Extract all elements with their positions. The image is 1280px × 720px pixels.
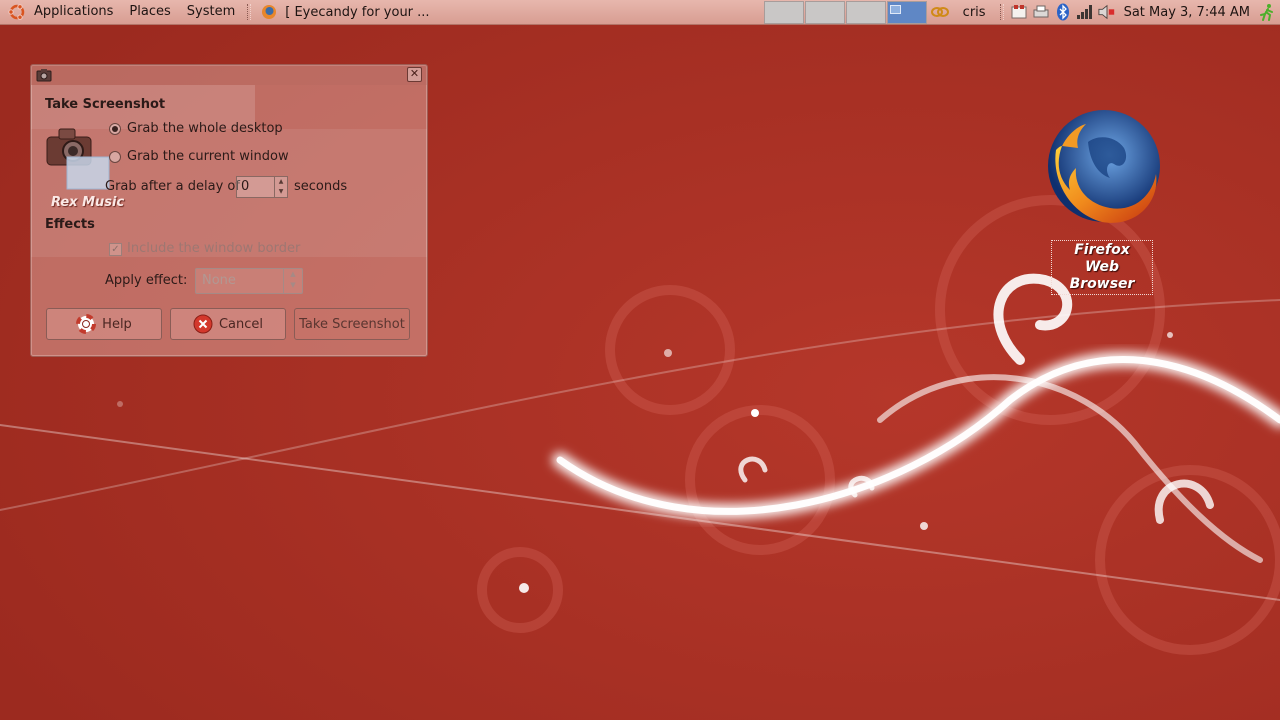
panel-separator bbox=[999, 4, 1004, 20]
update-notifier-icon[interactable] bbox=[1010, 3, 1028, 21]
screenshot-camera-icon bbox=[46, 128, 110, 190]
panel-separator bbox=[247, 4, 252, 20]
workspace-3[interactable] bbox=[846, 1, 886, 24]
bluetooth-icon[interactable] bbox=[1054, 3, 1072, 21]
spin-arrows-icon[interactable]: ▲ ▼ bbox=[274, 177, 287, 197]
workspace-1[interactable] bbox=[764, 1, 804, 24]
taskbar-window-title: [ Eyecandy for your ... bbox=[285, 4, 430, 20]
user-switcher[interactable]: cris bbox=[963, 5, 986, 20]
dialog-titlebar[interactable]: ✕ bbox=[31, 65, 427, 85]
top-panel: Applications Places System [ Eyecandy fo… bbox=[0, 0, 1280, 25]
printer-icon[interactable] bbox=[1032, 3, 1050, 21]
menu-system[interactable]: System bbox=[179, 0, 243, 24]
menu-places[interactable]: Places bbox=[121, 0, 178, 24]
delay-spinbutton[interactable]: 0 ▲ ▼ bbox=[236, 176, 288, 198]
rex-music-desktop-label[interactable]: Rex Music bbox=[51, 195, 124, 210]
firefox-small-icon bbox=[262, 5, 277, 19]
camera-icon bbox=[36, 69, 52, 82]
network-signal-icon[interactable] bbox=[1076, 3, 1094, 21]
firefox-icon bbox=[1048, 110, 1160, 223]
combo-arrows-icon: ▲ ▼ bbox=[283, 269, 302, 293]
take-screenshot-button[interactable]: Take Screenshot bbox=[294, 308, 410, 340]
grab-whole-desktop-radio[interactable] bbox=[109, 123, 121, 135]
help-button[interactable]: Help bbox=[46, 308, 162, 340]
include-border-label: Include the window border bbox=[127, 241, 301, 256]
cancel-button-label: Cancel bbox=[218, 316, 264, 332]
apply-effect-combobox[interactable]: None ▲ ▼ bbox=[195, 268, 303, 294]
help-lifebuoy-icon bbox=[76, 314, 97, 334]
delay-value[interactable]: 0 bbox=[241, 179, 249, 194]
delay-unit-label: seconds bbox=[294, 179, 348, 194]
panel-notification-area: cris Sat May 3, 7:44 AM bbox=[929, 0, 1280, 24]
take-screenshot-button-label: Take Screenshot bbox=[299, 316, 405, 332]
quit-running-man-icon[interactable] bbox=[1258, 3, 1276, 21]
volume-muted-icon[interactable] bbox=[1098, 3, 1116, 21]
include-border-checkbox[interactable]: ✓ bbox=[109, 243, 122, 256]
taskbar-window-button[interactable]: [ Eyecandy for your ... bbox=[255, 1, 435, 23]
ubuntu-logo-icon[interactable] bbox=[8, 3, 26, 21]
cancel-button[interactable]: Cancel bbox=[170, 308, 286, 340]
effects-heading: Effects bbox=[45, 217, 95, 232]
applet-link-icon[interactable] bbox=[930, 3, 949, 21]
grab-whole-desktop-label[interactable]: Grab the whole desktop bbox=[127, 121, 283, 136]
firefox-launcher-label: Firefox Web Browser bbox=[1051, 240, 1153, 295]
clock[interactable]: Sat May 3, 7:44 AM bbox=[1124, 5, 1250, 20]
close-button[interactable]: ✕ bbox=[407, 67, 422, 82]
firefox-desktop-launcher[interactable]: Firefox Web Browser bbox=[1036, 104, 1168, 295]
apply-effect-value: None bbox=[202, 273, 236, 288]
workspace-4[interactable] bbox=[887, 1, 927, 24]
grab-current-window-label[interactable]: Grab the current window bbox=[127, 149, 289, 164]
help-button-label: Help bbox=[102, 316, 132, 332]
cancel-x-icon bbox=[193, 314, 213, 334]
take-screenshot-dialog: ✕ Take Screenshot Rex Music Grab the who… bbox=[30, 64, 428, 357]
dialog-heading: Take Screenshot bbox=[45, 97, 166, 112]
workspace-2[interactable] bbox=[805, 1, 845, 24]
apply-effect-label: Apply effect: bbox=[105, 273, 188, 288]
workspace-switcher[interactable] bbox=[764, 1, 928, 24]
grab-current-window-radio[interactable] bbox=[109, 151, 121, 163]
delay-label: Grab after a delay of bbox=[105, 179, 240, 194]
menu-applications[interactable]: Applications bbox=[26, 0, 121, 24]
